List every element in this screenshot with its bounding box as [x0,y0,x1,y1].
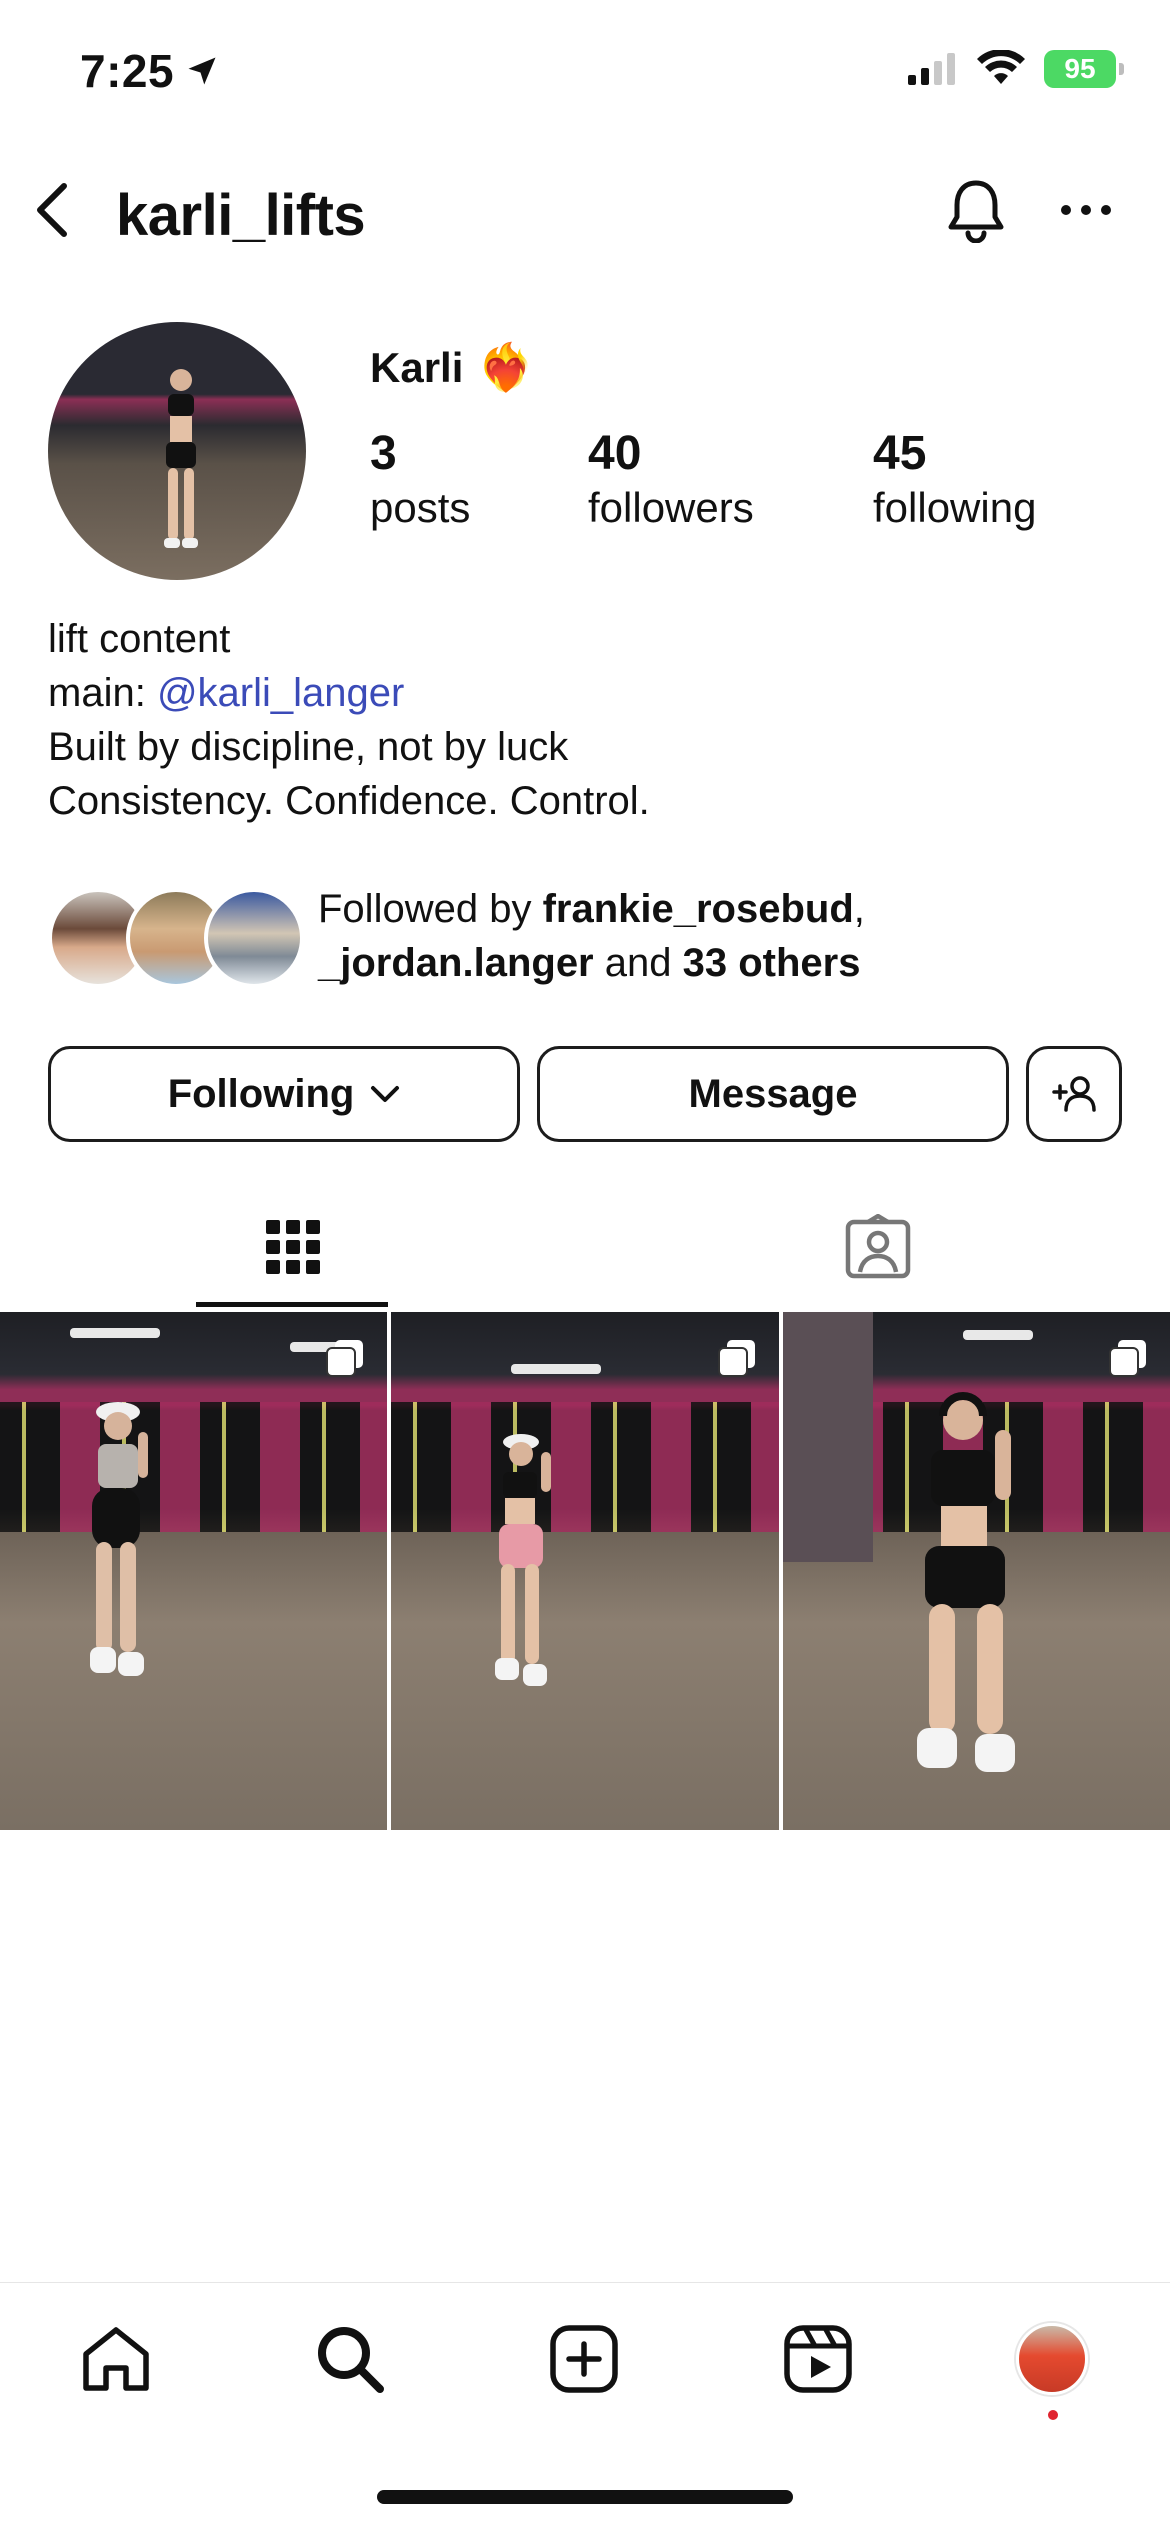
followed-by-separator: , [853,887,865,931]
posts-grid [0,1312,1170,1830]
post-thumbnail[interactable] [0,1312,388,1830]
nav-search[interactable] [310,2319,390,2399]
nav-profile[interactable] [1012,2319,1092,2399]
grid-icon [265,1220,320,1274]
chevron-down-icon [371,1086,400,1102]
message-button[interactable]: Message [537,1046,1009,1142]
nav-reels[interactable] [778,2319,858,2399]
status-bar: 7:25 95 [0,0,1170,150]
bottom-navigation [0,2282,1170,2432]
multiple-posts-icon [1108,1340,1146,1377]
profile-tabs [0,1182,1170,1312]
location-arrow-icon [188,57,216,85]
nav-home[interactable] [76,2319,156,2399]
battery-icon: 95 [1044,50,1124,88]
followers-stat[interactable]: 40 followers [588,427,754,533]
mention-link[interactable]: @karli_langer [157,671,404,715]
bio-line: main: @karli_langer [48,666,650,720]
cellular-signal-icon [908,53,955,85]
display-name-text: Karli [370,343,464,391]
message-button-label: Message [688,1071,858,1116]
following-stat[interactable]: 45 following [873,427,1037,533]
followed-by-text[interactable]: Followed by frankie_rosebud, _jordan.lan… [318,882,865,990]
display-name: Karli ❤️‍🔥 [370,340,535,395]
time-text: 7:25 [80,45,175,97]
following-button[interactable]: Following [48,1046,520,1142]
notifications-button[interactable] [940,174,1012,246]
plus-square-icon [550,2325,618,2393]
ceiling-light [962,1330,1033,1340]
wall-stripes [0,1402,388,1532]
notification-dot [1048,2410,1058,2420]
suggested-users-button[interactable] [1026,1046,1122,1142]
tab-posts-grid[interactable] [0,1182,585,1312]
mutual-user-2: _jordan.langer [318,941,594,985]
bio-main-prefix: main: [48,671,157,715]
avatar-photo [164,369,198,548]
mutual-avatar [204,888,304,988]
wifi-icon [977,50,1025,84]
followed-by-prefix: Followed by [318,887,543,931]
bio: lift content main: @karli_langer Built b… [48,612,650,828]
person-photo [916,1392,1015,1772]
person-photo [90,1402,148,1676]
tagged-person-icon [845,1214,910,1279]
bio-line: Built by discipline, not by luck [48,725,569,769]
profile-username: karli_lifts [116,183,366,248]
mutual-others-count: 33 others [682,941,861,985]
more-options-button[interactable] [1050,174,1122,246]
bio-line: lift content [48,617,231,661]
wall-stripes [391,1402,779,1532]
followers-count: 40 [588,427,642,480]
following-button-label: Following [167,1071,355,1116]
home-icon [83,2327,149,2391]
active-tab-indicator [196,1302,388,1307]
battery-level: 95 [1064,53,1096,84]
chevron-left-icon [37,183,67,237]
followed-by-and: and [593,941,683,985]
profile-header: karli_lifts [0,160,1170,260]
posts-count: 3 [370,427,397,480]
mutual-user-1: frankie_rosebud [542,887,854,931]
post-thumbnail[interactable] [782,1312,1170,1830]
reels-icon [784,2325,852,2393]
back-button[interactable] [20,178,84,242]
ceiling-light [511,1364,602,1374]
status-icons: 95 [906,50,1124,88]
ceiling-light [70,1328,160,1338]
multiple-posts-icon [717,1340,755,1377]
following-label: following [873,483,1037,531]
home-indicator[interactable] [377,2490,793,2504]
mutual-followers-avatars[interactable] [48,888,304,988]
profile-avatar-thumbnail [1016,2323,1088,2395]
post-thumbnail[interactable] [391,1312,779,1830]
tab-tagged[interactable] [585,1182,1170,1312]
bell-icon [948,180,1004,243]
garage-door [782,1312,873,1562]
multiple-posts-icon [326,1340,364,1377]
status-time: 7:25 [80,44,220,98]
nav-create[interactable] [544,2319,624,2399]
ellipsis-icon [1061,205,1111,215]
bio-line: Consistency. Confidence. Control. [48,779,650,823]
profile-avatar[interactable] [48,322,306,580]
search-icon [318,2327,384,2393]
followers-label: followers [588,483,754,531]
posts-label: posts [370,483,471,531]
following-count: 45 [873,427,927,480]
person-photo [495,1434,552,1686]
heart-on-fire-emoji: ❤️‍🔥 [477,341,535,393]
posts-stat[interactable]: 3 posts [370,427,471,533]
add-person-icon [1052,1076,1096,1112]
